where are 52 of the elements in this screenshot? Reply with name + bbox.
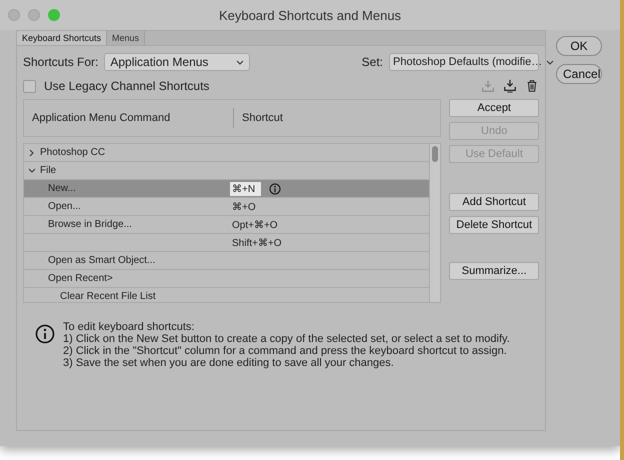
tab[interactable]: Keyboard Shortcuts (17, 31, 108, 45)
shortcut-field[interactable]: ⌘+N (230, 182, 262, 196)
command-label: File (40, 165, 56, 176)
command-label: Browse in Bridge... (47, 219, 132, 230)
column-header: Application Menu Command (24, 108, 234, 128)
save-as-icon[interactable] (503, 79, 517, 93)
table-row[interactable]: Open as Smart Object... (24, 252, 430, 270)
table-row[interactable]: Open... ⌘+O (24, 198, 430, 216)
trash-icon[interactable] (525, 79, 539, 93)
button[interactable]: Delete Shortcut (449, 216, 539, 234)
command-label: Open as Smart Object... (47, 255, 156, 266)
info-icon (269, 182, 282, 194)
command-label: Open Recent> (47, 273, 113, 284)
window-title: Keyboard Shortcuts and Menus (218, 8, 402, 22)
command-label: Photoshop CC (40, 147, 106, 158)
help-text: 3) Save the set when you are done editing to save all your changes. (63, 357, 395, 369)
chevron-down-icon[interactable] (28, 166, 36, 174)
field-label: Shortcuts For: (23, 55, 98, 69)
shortcut-label: Shift+⌘+O (232, 236, 282, 248)
field-label: Set: (362, 55, 383, 69)
shortcut-label: ⌘+O (232, 200, 256, 212)
chevron-down-icon (236, 60, 244, 64)
command-label: Open... (47, 201, 81, 212)
chevron-right-icon[interactable] (28, 148, 36, 156)
button[interactable]: Accept (449, 99, 539, 117)
button[interactable]: Summarize... (449, 262, 539, 280)
command-label: New... (47, 183, 76, 194)
checkbox-label: Use Legacy Channel Shortcuts (44, 79, 210, 93)
column-header: Shortcut (241, 112, 284, 124)
table-row[interactable]: New... ⌘+N (24, 180, 430, 198)
table-row[interactable]: Open Recent> (24, 270, 430, 288)
help-text: 1) Click on the New Set button to create a copy of the selected set, or select a set to modify. (63, 333, 510, 345)
help-text: To edit keyboard shortcuts: (63, 321, 196, 333)
shortcuts-for-dropdown[interactable]: Application Menus (104, 53, 250, 71)
table-row[interactable]: Browse in Bridge... Opt+⌘+O (24, 216, 430, 234)
shortcut-label: Opt+⌘+O (232, 218, 278, 230)
table-row[interactable]: Photoshop CC (24, 144, 430, 162)
ok-button[interactable]: OK (556, 36, 602, 56)
close-button[interactable] (8, 9, 20, 21)
command-label: Clear Recent File List (59, 291, 156, 302)
chevron-down-icon (546, 60, 554, 64)
save-icon[interactable] (481, 79, 495, 93)
info-icon (35, 324, 55, 344)
help-text: 2) Click in the "Shortcut" column for a command and press the keyboard shortcut to assign. (63, 345, 508, 357)
table-row[interactable]: Shift+⌘+O (24, 234, 430, 252)
zoom-button[interactable] (48, 9, 60, 21)
button[interactable]: Add Shortcut (449, 193, 539, 211)
cancel-button[interactable]: Cancel (556, 64, 602, 84)
minimize-button[interactable] (28, 9, 40, 21)
checkbox[interactable] (23, 80, 36, 92)
scrollbar-thumb[interactable] (432, 146, 438, 162)
tab[interactable]: Menus (107, 31, 146, 45)
